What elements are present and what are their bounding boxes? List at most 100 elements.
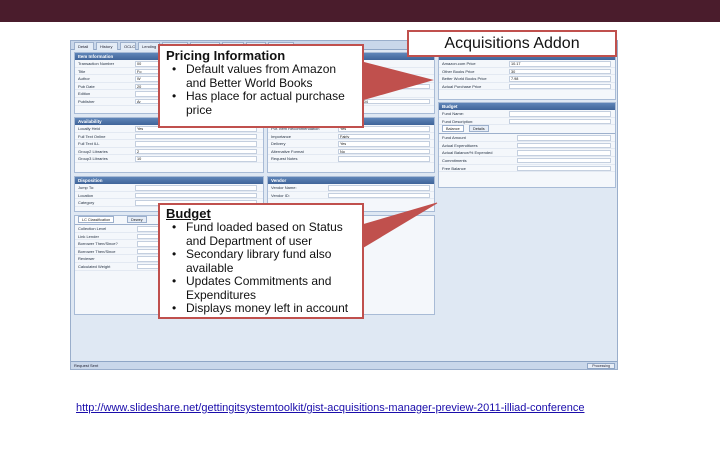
budget-callout-title: Budget: [166, 206, 211, 221]
classification-label: Collection Level: [78, 226, 107, 231]
balance-field[interactable]: [517, 135, 611, 141]
availability-label: Full Text Online: [78, 133, 106, 139]
purchase-field[interactable]: Fairly: [338, 133, 430, 140]
classification-label: Calculated Weight: [78, 263, 111, 269]
availability-field[interactable]: 2: [135, 148, 257, 155]
pricing-label: Other Books Price: [442, 68, 475, 74]
budget-callout: Budget • Fund loaded based on Status and …: [158, 203, 364, 319]
pricing-row: Other Books Price 30: [439, 68, 615, 76]
pricing-information-callout: Pricing Information • Default values from…: [158, 44, 364, 128]
classification-label: Reviewer: [78, 256, 95, 262]
vendor-field[interactable]: [328, 192, 430, 199]
tab-history[interactable]: History: [96, 42, 118, 50]
tab-balance[interactable]: Balance: [442, 125, 464, 133]
disposition-label: Jump To:: [78, 185, 95, 190]
budget-field[interactable]: [509, 111, 611, 117]
item-info-label: Publisher: [78, 98, 95, 104]
addon-title: Acquisitions Addon: [444, 35, 580, 52]
balance-row: Commitments: [439, 157, 615, 165]
bullet-icon: •: [172, 247, 177, 261]
balance-row: Actual Balance/% Expended: [439, 149, 615, 157]
pricing-callout-title: Pricing Information: [166, 48, 286, 63]
status-bar: Request Sent Processing: [71, 361, 617, 369]
acquisitions-addon-label: Acquisitions Addon: [407, 30, 617, 57]
budget-field[interactable]: [509, 118, 611, 125]
date-field[interactable]: 7-2004: [354, 98, 430, 105]
disposition-row: Jump To:: [75, 184, 263, 192]
tab-lc-classification[interactable]: LC Classification: [78, 216, 115, 223]
budget-bullet: • Updates Commitments and Expenditures: [166, 274, 356, 302]
tab-dewey[interactable]: Dewey: [127, 216, 147, 223]
bullet-icon: •: [172, 89, 177, 103]
budget-bullet: • Displays money left in account: [166, 301, 356, 316]
purchase-field[interactable]: [338, 156, 430, 162]
pricing-bullet: • Has place for actual purchase price: [166, 89, 356, 117]
tab-oclc[interactable]: OCLC: [120, 42, 136, 50]
isbn-field[interactable]: 8509: [354, 83, 430, 90]
classification-label: Borrower Then/Since?: [78, 241, 118, 247]
purchase-label: Request Notes: [271, 156, 298, 162]
availability-label: Group2 Libraries: [78, 148, 108, 154]
budget-bullet-text: Fund loaded based on Status and Departme…: [186, 220, 343, 248]
disposition-field[interactable]: [135, 185, 257, 191]
availability-field[interactable]: [135, 141, 257, 147]
balance-label: Actual Expenditures: [442, 142, 478, 148]
pricing-field[interactable]: 10.17: [509, 61, 611, 67]
availability-field[interactable]: 10: [135, 156, 257, 162]
pricing-field[interactable]: 7.98: [509, 76, 611, 82]
budget-callout-list: • Fund loaded based on Status and Departm…: [166, 220, 356, 316]
pricing-row: Amazon.com Price 10.17: [439, 60, 615, 68]
availability-row: Group2 Libraries 2: [75, 148, 263, 156]
balance-field[interactable]: [517, 150, 611, 156]
source-link[interactable]: http://www.slideshare.net/gettingitsyste…: [76, 402, 584, 414]
balance-label: Commitments: [442, 157, 467, 163]
disposition-header: Disposition: [75, 177, 263, 184]
budget-bullet: • Secondary library fund also available: [166, 247, 356, 275]
tab-detail[interactable]: Detail: [74, 42, 94, 50]
bullet-icon: •: [172, 301, 177, 315]
purchase-row: Alternative Format No: [268, 148, 434, 156]
tab-details[interactable]: Details: [469, 125, 489, 133]
balance-field[interactable]: [517, 157, 611, 164]
item-info-label: Edition: [78, 91, 91, 97]
bullet-icon: •: [172, 274, 177, 288]
tab-lending[interactable]: Lending: [138, 42, 160, 50]
purchase-field[interactable]: No: [338, 148, 430, 155]
pricing-bullet: • Default values from Amazon and Better W…: [166, 62, 356, 90]
availability-row: Group3 Libraries 10: [75, 155, 263, 163]
availability-row: Full Text Online: [75, 133, 263, 141]
bullet-icon: •: [172, 220, 177, 234]
pricing-label: Actual Purchase Price: [442, 83, 482, 89]
balance-row: Free Balance: [439, 165, 615, 173]
budget-label: Fund Name:: [442, 111, 465, 116]
balance-field[interactable]: [517, 142, 611, 149]
budget-bullet-text: Displays money left in account: [186, 301, 349, 315]
title-bar: [0, 0, 720, 22]
pricing-label: Amazon.com Price: [442, 61, 476, 66]
purchase-field[interactable]: Yes: [338, 141, 430, 147]
budget-panel: Budget Fund Name: Fund Description: Balan…: [438, 102, 616, 188]
availability-field[interactable]: [135, 133, 257, 140]
balance-row: Fund Amount: [439, 134, 615, 142]
availability-label: Locally Held: [78, 126, 100, 131]
disposition-label: Category: [78, 200, 95, 206]
status-text: Request Sent: [74, 363, 99, 368]
item-info-label: Pub Date: [78, 83, 95, 89]
disposition-field[interactable]: [135, 192, 257, 199]
purchase-label: Delivery: [271, 141, 286, 147]
purchase-label: Alternative Format: [271, 148, 304, 154]
pricing-bullet-text: Has place for actual purchase price: [186, 89, 345, 117]
balance-label: Fund Amount: [442, 135, 466, 141]
balance-field[interactable]: [517, 165, 611, 172]
disposition-row: Location: [75, 192, 263, 200]
vendor-label: Vendor ID:: [271, 192, 290, 198]
vendor-row: Vendor ID:: [268, 192, 434, 200]
purchase-row: Importance Fairly: [268, 133, 434, 141]
vendor-field[interactable]: [328, 185, 430, 191]
pricing-field[interactable]: [509, 83, 611, 90]
classification-label: Borrower Then/Since: [78, 248, 116, 254]
budget-bullet-text: Secondary library fund also available: [186, 247, 332, 275]
purchase-label: Importance: [271, 133, 292, 139]
processing-button[interactable]: Processing: [587, 363, 615, 369]
pricing-field[interactable]: 30: [509, 68, 611, 75]
